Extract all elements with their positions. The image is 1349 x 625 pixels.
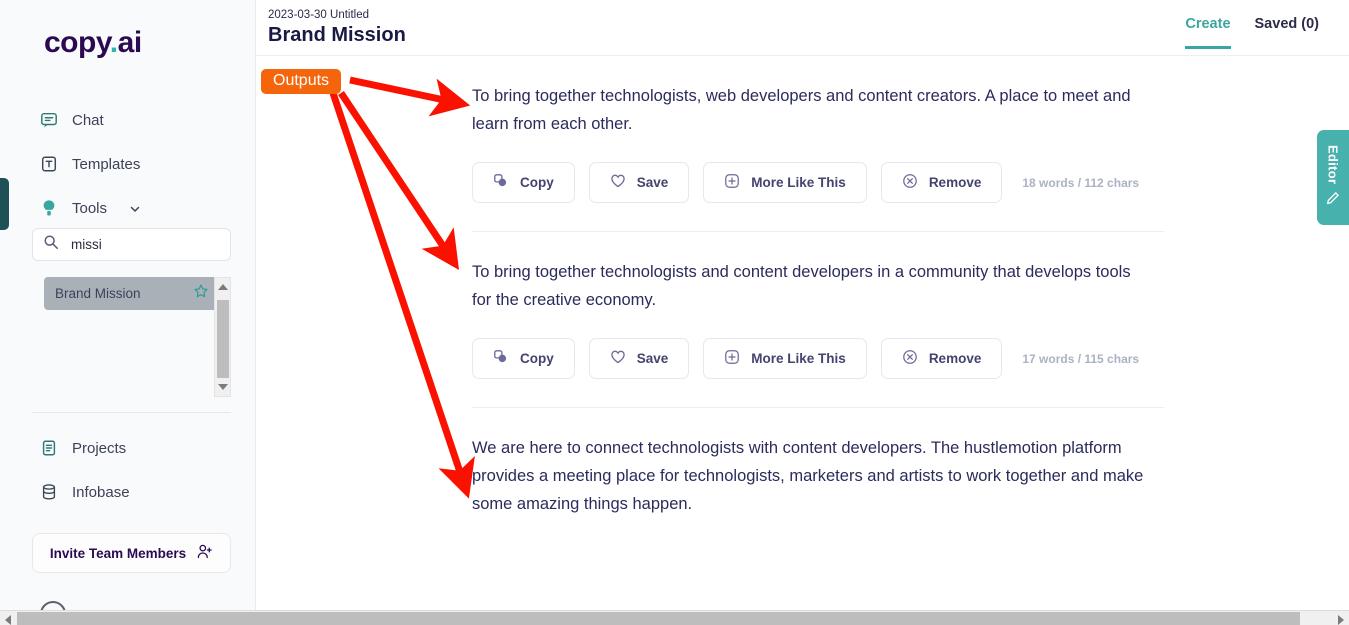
scrollbar-thumb[interactable] <box>217 300 229 378</box>
output-text: To bring together technologists and cont… <box>472 263 1131 309</box>
button-label: Copy <box>520 175 554 190</box>
more-like-this-button[interactable]: More Like This <box>703 162 867 203</box>
output-actions: Copy Save <box>472 338 1349 379</box>
logo-suffix: ai <box>117 26 143 59</box>
output-stats: 18 words / 112 chars <box>1022 175 1140 190</box>
sidebar-item-projects[interactable]: Projects <box>40 435 126 461</box>
invite-team-members-button[interactable]: Invite Team Members <box>32 533 231 573</box>
button-label: More Like This <box>751 351 846 366</box>
sidebar-item-infobase[interactable]: Infobase <box>40 479 130 505</box>
editor-tab-label: Editor <box>1325 145 1341 185</box>
button-label: Remove <box>928 351 982 366</box>
remove-button[interactable]: Remove <box>880 338 1003 379</box>
copy-button[interactable]: Copy <box>472 338 575 379</box>
sidebar-item-label: Templates <box>72 155 141 173</box>
output-text: We are here to connect technologists wit… <box>472 439 1144 513</box>
scroll-left-arrow-icon[interactable] <box>5 615 11 625</box>
heart-icon <box>610 173 626 192</box>
chat-bubble-icon <box>40 111 58 129</box>
sidebar-item-chat[interactable]: Chat <box>40 107 104 133</box>
sidebar-item-label: Chat <box>72 111 104 129</box>
page-title: Brand Mission <box>268 24 406 46</box>
sidebar-item-label: Projects <box>72 439 127 457</box>
sidebar-item-templates[interactable]: Templates <box>40 151 140 177</box>
database-icon <box>40 483 58 501</box>
app-logo[interactable]: copy.ai <box>44 26 142 60</box>
copy-icon <box>493 349 509 368</box>
pencil-icon <box>1326 191 1340 210</box>
view-tabs: Create Saved (0) <box>1185 16 1319 49</box>
button-label: More Like This <box>751 175 846 190</box>
tools-search-box[interactable] <box>32 228 231 261</box>
horizontal-scrollbar[interactable] <box>0 610 1349 625</box>
x-circle-icon <box>902 349 918 368</box>
logo-dot: . <box>109 26 118 59</box>
save-button[interactable]: Save <box>588 338 690 379</box>
copy-button[interactable]: Copy <box>472 162 575 203</box>
scroll-down-arrow-icon[interactable] <box>218 384 228 390</box>
output-stats: 17 words / 115 chars <box>1022 351 1140 366</box>
sidebar-item-tools[interactable]: Tools <box>40 195 141 221</box>
template-t-icon <box>40 155 58 173</box>
tab-create[interactable]: Create <box>1185 16 1231 49</box>
output-item: To bring together technologists, web dev… <box>256 56 1349 203</box>
button-label: Save <box>636 175 669 190</box>
remove-button[interactable]: Remove <box>880 162 1003 203</box>
outputs-annotation-badge: Outputs <box>261 69 342 94</box>
star-icon[interactable] <box>193 283 209 304</box>
sidebar-divider <box>32 412 231 413</box>
user-plus-icon <box>196 543 213 563</box>
invite-label: Invite Team Members <box>49 545 187 561</box>
logo-text: copy <box>44 26 110 59</box>
output-actions: Copy Save <box>472 162 1349 203</box>
editor-panel-toggle[interactable]: Editor <box>1317 130 1349 225</box>
search-input[interactable] <box>71 237 211 252</box>
sidebar-item-label: Tools <box>72 199 108 217</box>
output-item: To bring together technologists and cont… <box>256 232 1349 379</box>
lightbulb-icon <box>40 199 58 217</box>
app-root: copy.ai Chat Templates Tools missi Brand… <box>0 0 1349 625</box>
scroll-up-arrow-icon[interactable] <box>218 284 228 290</box>
result-label: Brand Mission <box>55 286 141 301</box>
sidebar: copy.ai Chat Templates Tools missi Brand… <box>0 0 256 625</box>
main-content: 2023-03-30 Untitled Brand Mission Create… <box>256 0 1349 610</box>
scroll-right-arrow-icon[interactable] <box>1338 615 1344 625</box>
save-button[interactable]: Save <box>588 162 690 203</box>
heart-icon <box>610 349 626 368</box>
list-item-brand-mission[interactable]: Brand Mission <box>44 277 220 310</box>
search-icon <box>43 234 59 255</box>
output-item: We are here to connect technologists wit… <box>256 408 1349 518</box>
output-text: To bring together technologists, web dev… <box>472 87 1131 133</box>
button-label: Copy <box>520 351 554 366</box>
more-like-this-button[interactable]: More Like This <box>703 338 867 379</box>
x-circle-icon <box>902 173 918 192</box>
copy-icon <box>493 173 509 192</box>
sidebar-item-label: Infobase <box>72 483 130 501</box>
button-label: Remove <box>928 175 982 190</box>
plus-square-icon <box>724 349 740 368</box>
scrollbar-thumb[interactable] <box>17 612 1300 625</box>
tab-saved[interactable]: Saved (0) <box>1255 16 1319 49</box>
top-bar: 2023-03-30 Untitled Brand Mission Create… <box>256 0 1349 56</box>
outputs-list: To bring together technologists, web dev… <box>256 56 1349 518</box>
left-edge-panel-toggle[interactable] <box>0 178 9 230</box>
document-icon <box>40 439 58 457</box>
button-label: Save <box>636 351 669 366</box>
chevron-down-icon[interactable] <box>129 202 141 214</box>
document-subtitle: 2023-03-30 Untitled <box>268 9 370 21</box>
results-vertical-scrollbar[interactable] <box>214 277 231 397</box>
tools-results-list: Brand Mission <box>32 277 231 397</box>
plus-square-icon <box>724 173 740 192</box>
